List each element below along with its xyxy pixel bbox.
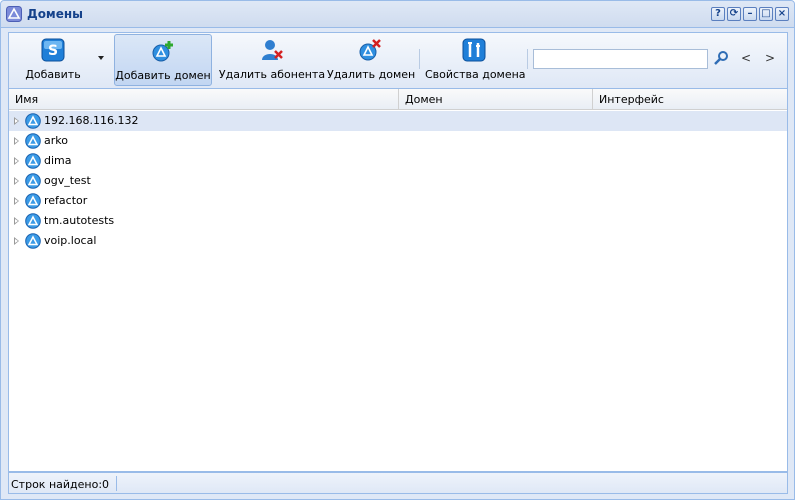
add-domain-icon (152, 41, 173, 62)
domains-tree-grid: Имя Домен Интерфейс 192.168.116.132 arko… (8, 88, 788, 472)
domain-icon (25, 113, 41, 129)
add-dropdown-icon[interactable] (98, 56, 104, 60)
minimize-icon[interactable]: – (743, 7, 757, 21)
tree-rows: 192.168.116.132 arko dima ogv_test refac (9, 111, 787, 251)
add-domain-label: Добавить домен (115, 69, 211, 82)
delete-subscriber-button[interactable]: Удалить абонента (217, 34, 327, 86)
next-button[interactable]: > (763, 50, 777, 66)
window-title: Домены (27, 7, 84, 21)
domain-name: voip.local (44, 234, 97, 247)
grid-header: Имя Домен Интерфейс (9, 89, 787, 110)
tree-row[interactable]: refactor (9, 191, 787, 211)
domain-icon (25, 213, 41, 229)
tree-row[interactable]: arko (9, 131, 787, 151)
domain-icon (25, 173, 41, 189)
domains-window: Домены ? ⟳ – □ × S Добавить Добавить дом… (0, 0, 795, 500)
expand-icon[interactable] (14, 177, 19, 185)
domain-icon (25, 133, 41, 149)
column-header-name[interactable]: Имя (9, 89, 399, 110)
domain-name: arko (44, 134, 68, 147)
domain-name: 192.168.116.132 (44, 114, 139, 127)
svg-text:S: S (48, 43, 58, 59)
domain-properties-label: Свойства домена (425, 68, 526, 81)
window-tools: ? ⟳ – □ × (711, 7, 789, 21)
expand-icon[interactable] (14, 117, 19, 125)
toolbar: S Добавить Добавить домен Удалить абонен… (8, 32, 788, 88)
add-label: Добавить (25, 68, 81, 81)
refresh-icon[interactable]: ⟳ (727, 7, 741, 21)
delete-user-icon (262, 40, 283, 60)
toolbar-separator (527, 49, 528, 69)
help-icon[interactable]: ? (711, 7, 725, 21)
rows-found-count: 0 (102, 478, 109, 491)
delete-subscriber-label: Удалить абонента (218, 68, 326, 81)
expand-icon[interactable] (14, 237, 19, 245)
column-header-domain[interactable]: Домен (399, 89, 593, 110)
domain-name: ogv_test (44, 174, 91, 187)
add-button[interactable]: S Добавить (13, 34, 93, 86)
domain-name: refactor (44, 194, 88, 207)
add-domain-button[interactable]: Добавить домен (114, 34, 212, 86)
tree-row[interactable]: dima (9, 151, 787, 171)
domain-icon (25, 153, 41, 169)
toolbar-separator (419, 49, 420, 69)
expand-icon[interactable] (14, 217, 19, 225)
expand-icon[interactable] (14, 197, 19, 205)
title-bar[interactable]: Домены ? ⟳ – □ × (1, 1, 794, 28)
rows-found-label: Строк найдено: (11, 478, 103, 491)
search-icon[interactable] (713, 50, 729, 66)
domain-icon (25, 233, 41, 249)
delete-domain-icon (359, 39, 381, 61)
tree-row[interactable]: tm.autotests (9, 211, 787, 231)
tools-icon (462, 38, 486, 62)
add-icon: S (41, 38, 65, 62)
status-separator (116, 476, 117, 491)
delete-domain-button[interactable]: Удалить домен (327, 34, 416, 86)
column-header-interface[interactable]: Интерфейс (593, 89, 787, 110)
status-bar: Строк найдено: 0 (8, 472, 788, 494)
tree-row[interactable]: 192.168.116.132 (9, 111, 787, 131)
expand-icon[interactable] (14, 137, 19, 145)
expand-icon[interactable] (14, 157, 19, 165)
delete-domain-label: Удалить домен (327, 68, 416, 81)
search-input[interactable] (533, 49, 708, 69)
domain-properties-button[interactable]: Свойства домена (425, 34, 526, 86)
domain-icon (25, 193, 41, 209)
maximize-icon[interactable]: □ (759, 7, 773, 21)
prev-button[interactable]: < (739, 50, 753, 66)
tree-row[interactable]: voip.local (9, 231, 787, 251)
domain-name: dima (44, 154, 72, 167)
close-icon[interactable]: × (775, 7, 789, 21)
domain-icon (6, 6, 22, 22)
domain-name: tm.autotests (44, 214, 115, 227)
tree-row[interactable]: ogv_test (9, 171, 787, 191)
